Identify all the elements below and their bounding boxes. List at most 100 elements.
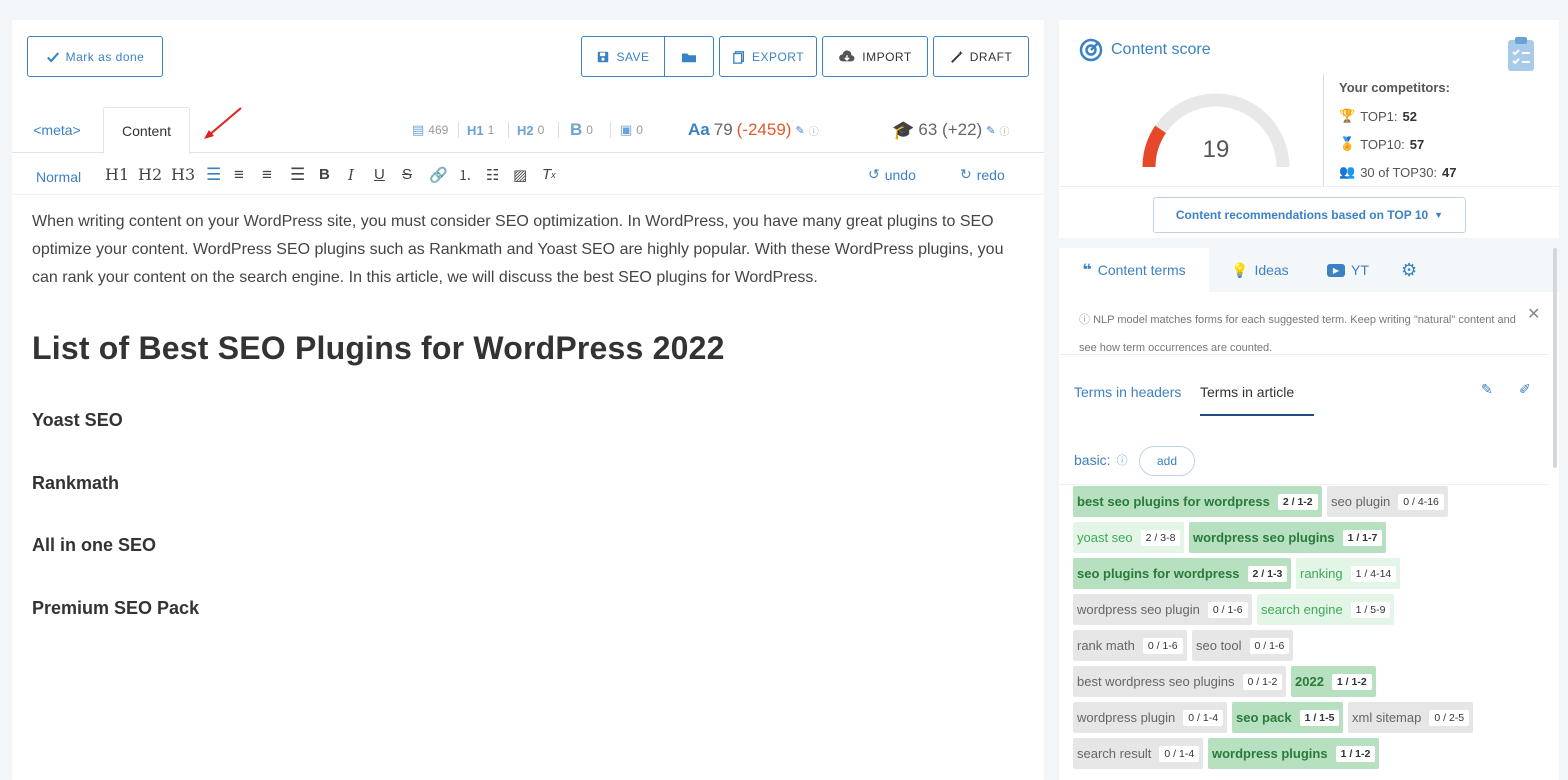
term-chip[interactable]: wordpress seo plugin 0 / 1-6 xyxy=(1073,594,1252,625)
term-text: seo pack xyxy=(1236,710,1292,725)
subheading[interactable]: Yoast SEO xyxy=(32,410,123,431)
competitor-top10: 🏅 TOP10: 57 xyxy=(1339,136,1425,152)
edit-icon[interactable]: ✎ xyxy=(795,124,804,137)
folder-icon xyxy=(682,53,696,62)
clear-format-icon[interactable]: Tx xyxy=(542,154,556,195)
medal-icon: 🏅 xyxy=(1339,136,1356,151)
intro-paragraph[interactable]: When writing content on your WordPress s… xyxy=(32,208,1022,292)
term-count: 1 / 1-7 xyxy=(1342,529,1383,546)
settings-sliders-icon[interactable]: ⚙ xyxy=(1401,248,1417,292)
term-chip[interactable]: wordpress seo plugins 1 / 1-7 xyxy=(1189,522,1387,553)
editor-tab-bar: <meta> Content ▤ 469 H1 1 H2 0 B 0 ▣ 0 A… xyxy=(12,107,1044,154)
add-term-button[interactable]: add xyxy=(1139,446,1195,476)
score-gauge: 19 xyxy=(1142,93,1290,168)
floppy-icon xyxy=(598,51,609,62)
tab-content[interactable]: Content xyxy=(103,107,190,154)
export-label: EXPORT xyxy=(751,49,805,64)
info-icon[interactable]: ⓘ xyxy=(809,123,819,138)
term-chip[interactable]: search result 0 / 1-4 xyxy=(1073,738,1204,769)
magic-wand-icon xyxy=(950,50,963,63)
term-chip[interactable]: 2022 1 / 1-2 xyxy=(1291,666,1376,697)
import-button[interactable]: IMPORT xyxy=(822,36,928,77)
term-chip[interactable]: wordpress plugin 0 / 1-4 xyxy=(1073,702,1228,733)
align-left-icon[interactable]: ☰ xyxy=(206,154,221,195)
tab-terms-in-article[interactable]: Terms in article xyxy=(1200,384,1294,400)
strikethrough-button[interactable]: S xyxy=(402,154,412,195)
tab-ideas[interactable]: 💡 Ideas xyxy=(1231,248,1289,292)
term-chip[interactable]: ranking 1 / 4-14 xyxy=(1296,558,1401,589)
term-text: seo plugins for wordpress xyxy=(1077,566,1240,581)
term-chip[interactable]: best seo plugins for wordpress 2 / 1-2 xyxy=(1073,486,1322,517)
active-subtab-underline xyxy=(1200,414,1314,416)
article-heading[interactable]: List of Best SEO Plugins for WordPress 2… xyxy=(32,330,725,367)
align-right-icon[interactable]: ≡ xyxy=(262,154,272,195)
term-chip[interactable]: rank math 0 / 1-6 xyxy=(1073,630,1187,661)
content-recommendations-dropdown[interactable]: Content recommendations based on TOP 10 … xyxy=(1153,197,1466,233)
term-count: 2 / 1-2 xyxy=(1277,493,1318,510)
article-body[interactable]: When writing content on your WordPress s… xyxy=(32,208,1022,292)
tab-yt[interactable]: ▶ YT xyxy=(1327,248,1369,292)
term-count: 0 / 1-2 xyxy=(1242,673,1283,690)
caret-down-icon: ▼ xyxy=(1434,210,1444,220)
underline-button[interactable]: U xyxy=(374,154,385,195)
tab-meta[interactable]: <meta> xyxy=(22,107,92,153)
term-chip[interactable]: wordpress plugins 1 / 1-2 xyxy=(1208,738,1380,769)
competitor-top30: 👥 30 of TOP30: 47 xyxy=(1339,164,1457,180)
youtube-icon: ▶ xyxy=(1327,263,1345,277)
term-count: 0 / 4-16 xyxy=(1398,493,1444,510)
italic-button[interactable]: I xyxy=(348,154,354,195)
h3-button[interactable]: H3 xyxy=(171,154,195,195)
edit-icon[interactable]: ✎ xyxy=(986,124,995,137)
term-chip[interactable]: best wordpress seo plugins 0 / 1-2 xyxy=(1073,666,1287,697)
open-folder-button[interactable] xyxy=(664,36,714,77)
target-icon xyxy=(1079,38,1103,62)
align-center-icon[interactable]: ≡ xyxy=(234,154,244,195)
close-icon[interactable]: ✕ xyxy=(1527,304,1540,324)
undo-button[interactable]: ↺ undo xyxy=(868,154,916,195)
lightbulb-icon: 💡 xyxy=(1231,261,1249,278)
bullet-list-icon[interactable]: ☷ xyxy=(486,154,499,195)
subheading[interactable]: Rankmath xyxy=(32,473,119,494)
scrollbar[interactable] xyxy=(1553,248,1557,468)
pen-icon[interactable]: ✎ xyxy=(1481,381,1493,398)
tab-content-terms[interactable]: ❝ Content terms xyxy=(1059,248,1209,292)
clipboard-icon[interactable] xyxy=(1507,36,1535,72)
tab-terms-in-headers[interactable]: Terms in headers xyxy=(1074,384,1181,400)
save-button[interactable]: SAVE xyxy=(581,36,665,77)
term-chip[interactable]: search engine 1 / 5-9 xyxy=(1257,594,1395,625)
terms-panel: ❝ Content terms 💡 Ideas ▶ YT ⚙ ⓘ NLP mod… xyxy=(1059,248,1559,780)
draft-button[interactable]: DRAFT xyxy=(933,36,1029,77)
bold-button[interactable]: B xyxy=(319,154,330,195)
h2-button[interactable]: H2 xyxy=(138,154,162,195)
redo-button[interactable]: ↻ redo xyxy=(960,154,1005,195)
align-justify-icon[interactable]: ☰ xyxy=(290,154,305,195)
printer-icon: ▤ xyxy=(412,122,425,137)
mark-as-done-label: Mark as done xyxy=(65,49,145,64)
info-icon[interactable]: ⓘ xyxy=(1117,452,1128,468)
copy-icon xyxy=(733,50,744,64)
pen-outline-icon[interactable]: ✐ xyxy=(1519,381,1531,398)
info-icon[interactable]: ⓘ xyxy=(999,123,1009,138)
term-chip[interactable]: xml sitemap 0 / 2-5 xyxy=(1348,702,1474,733)
paragraph-style-select[interactable]: Normal xyxy=(36,156,81,197)
term-chip[interactable]: seo plugins for wordpress 2 / 1-3 xyxy=(1073,558,1292,589)
h2-count-stat: H2 0 xyxy=(517,122,545,138)
insert-image-icon[interactable]: ▨ xyxy=(513,154,527,195)
term-count: 1 / 5-9 xyxy=(1350,601,1391,618)
h1-button[interactable]: H1 xyxy=(105,154,129,195)
red-arrow-annotation xyxy=(204,107,242,139)
subheading[interactable]: All in one SEO xyxy=(32,535,156,556)
term-count: 2 / 3-8 xyxy=(1140,529,1181,546)
term-chip[interactable]: seo pack 1 / 1-5 xyxy=(1232,702,1344,733)
term-chip[interactable]: yoast seo 2 / 3-8 xyxy=(1073,522,1185,553)
term-chip[interactable]: seo tool 0 / 1-6 xyxy=(1192,630,1294,661)
mark-as-done-button[interactable]: Mark as done xyxy=(27,36,163,77)
term-chip[interactable]: seo plugin 0 / 4-16 xyxy=(1327,486,1448,517)
term-count: 0 / 1-6 xyxy=(1207,601,1248,618)
link-icon[interactable]: 🔗 xyxy=(429,154,448,195)
export-button[interactable]: EXPORT xyxy=(719,36,817,77)
ordered-list-icon[interactable]: ⒈ xyxy=(458,154,472,195)
h2-icon: H2 xyxy=(517,122,534,138)
subheading[interactable]: Premium SEO Pack xyxy=(32,598,199,619)
term-count: 0 / 1-4 xyxy=(1159,745,1200,762)
